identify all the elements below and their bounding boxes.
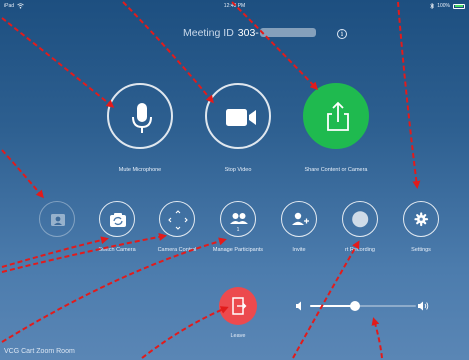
arrow-to-volume [371, 317, 383, 359]
arrow-to-video [122, 1, 214, 104]
arrow-to-leave [141, 306, 229, 359]
arrow-to-contact-card [1, 149, 44, 199]
arrow-to-settings [397, 1, 421, 189]
arrow-to-mute [1, 17, 115, 108]
arrow-to-participants [1, 237, 227, 343]
annotation-arrows [1, 1, 421, 359]
arrow-to-camera-control [1, 232, 167, 273]
arrow-to-share [231, 1, 319, 91]
arrow-to-recording [292, 240, 360, 359]
arrow-to-switch-camera [1, 236, 109, 268]
